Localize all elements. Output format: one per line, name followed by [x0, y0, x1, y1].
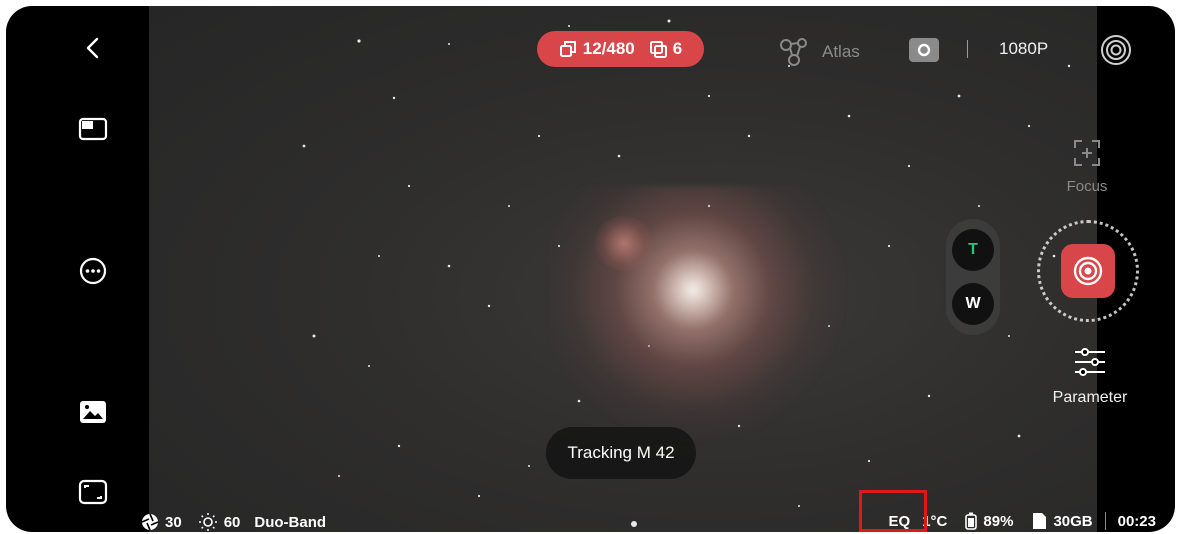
stack-group: 6	[649, 39, 682, 59]
atlas-icon	[780, 38, 807, 66]
back-button[interactable]	[78, 34, 106, 62]
more-options-icon	[79, 257, 107, 285]
status-divider	[1104, 512, 1106, 530]
tracking-toast: Tracking M 42	[546, 427, 696, 479]
capture-status-badge[interactable]: 12/480 6	[537, 31, 704, 67]
highlight-box	[859, 490, 927, 532]
more-options-button[interactable]	[76, 254, 110, 288]
zoom-pill: T W	[946, 219, 1000, 335]
frames-icon	[559, 41, 576, 57]
top-divider	[967, 40, 968, 58]
back-arrow-icon	[86, 37, 99, 59]
fullscreen-button[interactable]	[76, 477, 110, 507]
atlas-label: Atlas	[822, 42, 860, 61]
device-status: EQ 1°C 89% 30GB 00:23	[889, 512, 1156, 530]
atlas-button[interactable]: Atlas	[778, 36, 860, 68]
focus-button[interactable]: Focus	[1047, 138, 1127, 195]
parameter-label: Parameter	[1052, 389, 1128, 406]
target-settings-icon	[1101, 35, 1131, 65]
left-toolbar	[6, 6, 149, 532]
exposure-status: 30 60 Duo-Band	[141, 512, 326, 532]
shutter-icon	[1073, 256, 1103, 286]
stack-icon	[649, 41, 667, 58]
tele-button[interactable]: T	[952, 229, 994, 271]
gain-icon	[198, 513, 217, 531]
app-frame: 12/480 6 Atlas 1080P Focus T W Parameter…	[6, 6, 1175, 532]
aperture-icon	[141, 513, 159, 531]
focus-icon	[1074, 140, 1100, 166]
gain-value: 60	[223, 513, 241, 531]
target-settings-button[interactable]	[1098, 32, 1134, 68]
layout-toggle-button[interactable]	[76, 114, 110, 144]
elapsed-time: 00:23	[1117, 512, 1156, 530]
layout-toggle-icon	[78, 117, 108, 141]
filter-label: Duo-Band	[254, 513, 327, 531]
focus-label: Focus	[1066, 178, 1108, 195]
nebula-glow	[549, 186, 849, 446]
battery-icon	[965, 512, 978, 530]
nebula-knot	[594, 216, 654, 271]
battery-level: 89%	[983, 512, 1014, 530]
sliders-icon	[1075, 348, 1105, 376]
gallery-button[interactable]	[76, 397, 110, 427]
sd-card-icon	[1033, 513, 1047, 529]
gallery-icon	[80, 401, 106, 423]
resolution-button[interactable]: 1080P	[999, 39, 1048, 59]
frames-group: 12/480	[559, 39, 635, 59]
exposure-value: 30	[165, 513, 182, 531]
shutter-button[interactable]	[1061, 244, 1115, 298]
camera-mode-button[interactable]	[909, 38, 939, 62]
stack-count: 6	[672, 39, 683, 58]
fullscreen-icon	[78, 479, 108, 505]
wide-button[interactable]: W	[952, 283, 994, 325]
camera-lens-icon	[917, 43, 931, 57]
parameter-button[interactable]: Parameter	[1046, 346, 1134, 407]
storage-free: 30GB	[1053, 512, 1093, 530]
frames-count: 12/480	[582, 39, 635, 58]
